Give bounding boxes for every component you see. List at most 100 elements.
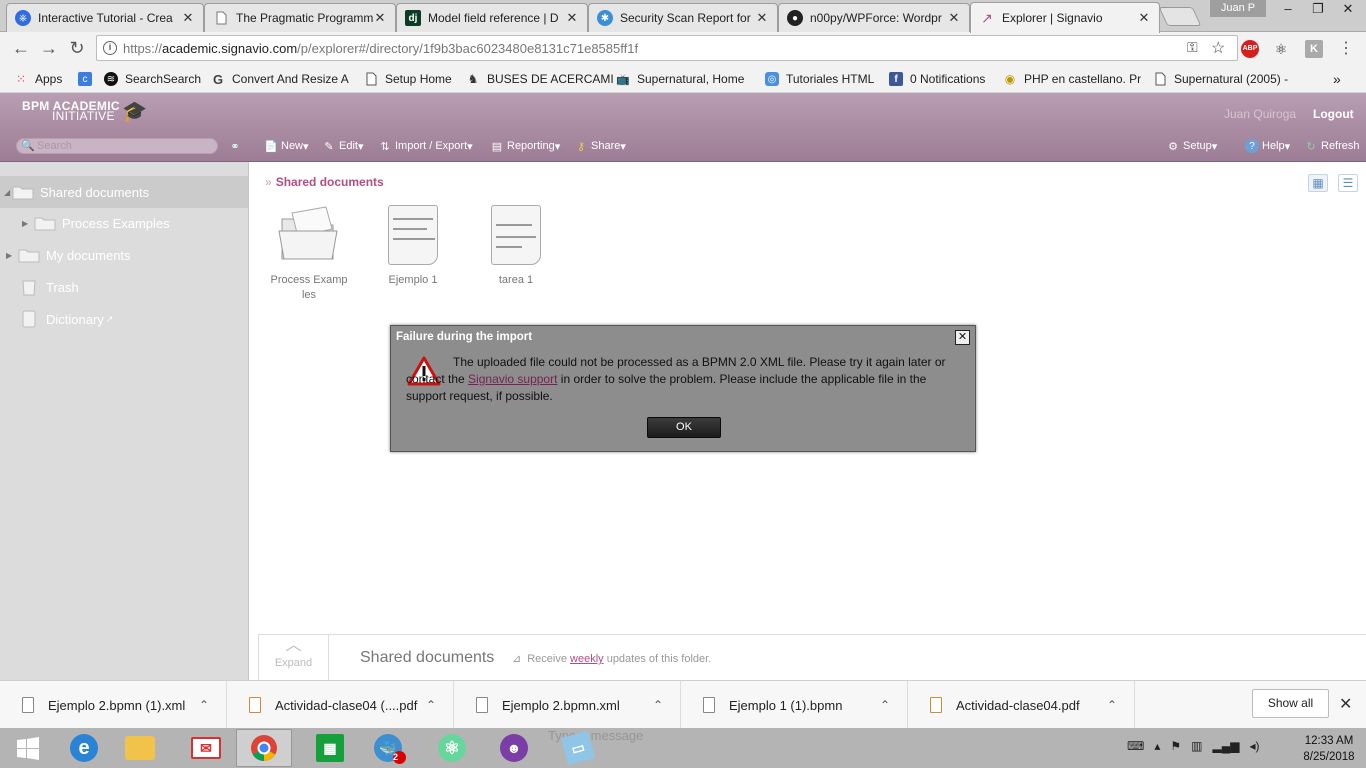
tab-close-icon[interactable]: ✕ xyxy=(565,10,579,26)
atom-icon[interactable]: ⚛ xyxy=(424,729,480,767)
menu-icon[interactable]: ⋮ xyxy=(1337,40,1355,58)
import-export-menu[interactable]: ⇅ Import / Export ▾ xyxy=(378,139,472,153)
internet-explorer-icon[interactable]: e xyxy=(56,729,112,767)
bookmark-item[interactable]: f0 Notifications xyxy=(889,70,985,88)
volume-icon[interactable]: ◂) xyxy=(1249,739,1259,753)
network-icon[interactable]: ▥ xyxy=(1191,739,1202,753)
react-icon[interactable]: ⚛ xyxy=(1272,40,1290,58)
dialog-close-button[interactable]: ✕ xyxy=(955,330,970,345)
browser-tab[interactable]: ⎈ Interactive Tutorial - Crea ✕ xyxy=(6,3,204,32)
restore-button[interactable]: ❐ xyxy=(1303,0,1333,17)
keyboard-icon[interactable]: ⌨ xyxy=(1127,739,1144,753)
help-menu[interactable]: ? Help ▾ xyxy=(1245,139,1290,153)
bookmark-item[interactable]: ◉ PHP en castellano. Pr xyxy=(1003,70,1141,88)
expand-arrow-icon[interactable]: ▶ xyxy=(22,219,34,228)
bookmark-item[interactable]: ◎ Tutoriales HTML xyxy=(765,70,874,88)
tree-item-my-documents[interactable]: ▶ My documents xyxy=(6,239,131,271)
download-item[interactable]: Ejemplo 1 (1).bpmn ⌃ xyxy=(681,681,908,729)
star-icon[interactable]: ☆ xyxy=(1211,38,1225,58)
setup-menu[interactable]: ⚙ Setup ▾ xyxy=(1166,139,1217,153)
new-menu[interactable]: 📄 New ▾ xyxy=(264,139,308,153)
diagram-item[interactable]: Ejemplo 1 xyxy=(372,203,454,288)
download-item[interactable]: Actividad-clase04.pdf ⌃ xyxy=(908,681,1135,729)
bookmark-item[interactable]: c xyxy=(78,70,99,88)
weekly-link[interactable]: weekly xyxy=(570,653,604,665)
reporting-menu[interactable]: ▤ Reporting ▾ xyxy=(490,139,560,153)
windows-start-icon[interactable] xyxy=(0,729,56,767)
tab-close-icon[interactable]: ✕ xyxy=(755,10,769,26)
browser-tab-active[interactable]: ↗ Explorer | Signavio ✕ xyxy=(970,2,1160,33)
breadcrumb-current[interactable]: Shared documents xyxy=(276,175,384,189)
docker-icon[interactable]: 🐳 2 xyxy=(360,729,416,767)
download-menu-chevron-icon[interactable]: ⌃ xyxy=(880,698,890,712)
expand-button[interactable]: ︿ Expand xyxy=(259,635,329,681)
clock[interactable]: 12:33 AM 8/25/2018 xyxy=(1298,733,1360,765)
expand-arrow-icon[interactable]: ▶ xyxy=(6,251,18,260)
reload-button[interactable]: ↻ xyxy=(65,36,89,60)
signal-icon[interactable]: ▂▄▆ xyxy=(1212,739,1239,753)
store-icon[interactable]: ▦ xyxy=(302,729,358,767)
bpm-academic-logo[interactable]: BPM ACADEMIC INITIATIVE xyxy=(22,100,120,122)
address-bar[interactable]: i https://academic.signavio.com/p/explor… xyxy=(96,35,1238,61)
back-button[interactable]: ← xyxy=(9,36,33,60)
refresh-button[interactable]: ↻ Refresh xyxy=(1304,139,1359,153)
url-text[interactable]: https://academic.signavio.com/p/explorer… xyxy=(123,41,638,56)
profile-chip[interactable]: Juan P xyxy=(1210,0,1266,17)
signavio-support-link[interactable]: Signavio support xyxy=(468,372,557,386)
adblock-icon[interactable]: ABP xyxy=(1241,40,1259,58)
tree-item-process-examples[interactable]: ▶ Process Examples xyxy=(22,207,170,239)
download-menu-chevron-icon[interactable]: ⌃ xyxy=(426,698,436,712)
chrome-icon[interactable] xyxy=(236,729,292,767)
advanced-search-button[interactable]: ⚭ xyxy=(228,139,245,153)
share-menu[interactable]: ⚷ Share ▾ xyxy=(574,139,626,153)
download-item[interactable]: Actividad-clase04 (....pdf ⌃ xyxy=(227,681,454,729)
tab-close-icon[interactable]: ✕ xyxy=(947,10,961,26)
tree-item-trash[interactable]: Trash xyxy=(18,271,79,303)
bookmark-item[interactable]: G Convert And Resize A xyxy=(211,70,349,88)
edit-menu[interactable]: ✎ Edit ▾ xyxy=(322,139,363,153)
bookmark-item[interactable]: Supernatural (2005) - xyxy=(1153,70,1288,88)
info-icon[interactable]: i xyxy=(103,41,117,55)
ok-button[interactable]: OK xyxy=(647,417,721,438)
bookmark-apps[interactable]: ⁙ Apps xyxy=(14,70,62,88)
flag-icon[interactable]: ⚑ xyxy=(1170,739,1181,753)
github-desktop-icon[interactable]: ☻ xyxy=(486,729,542,767)
logout-link[interactable]: Logout xyxy=(1313,107,1354,121)
download-item[interactable]: Ejemplo 2.bpmn (1).xml ⌃ xyxy=(0,681,227,729)
tab-close-icon[interactable]: ✕ xyxy=(373,10,387,26)
folder-item[interactable]: Process Examp les xyxy=(268,203,350,303)
tab-close-icon[interactable]: ✕ xyxy=(181,10,195,26)
bookmark-item[interactable]: ♞ BUSES DE ACERCAMI xyxy=(466,70,614,88)
list-view-button[interactable]: ☰ xyxy=(1338,174,1358,192)
browser-tab[interactable]: ✱ Security Scan Report for ✕ xyxy=(588,3,778,32)
user-name[interactable]: Juan Quiroga xyxy=(1224,107,1296,121)
bookmarks-more[interactable]: » xyxy=(1333,70,1341,88)
key-icon[interactable]: ⚿ xyxy=(1187,39,1198,56)
download-item[interactable]: Ejemplo 2.bpmn.xml ⌃ xyxy=(454,681,681,729)
minimize-button[interactable]: – xyxy=(1273,0,1303,17)
download-menu-chevron-icon[interactable]: ⌃ xyxy=(653,698,663,712)
new-tab-button[interactable] xyxy=(1158,7,1202,26)
tree-item-dictionary[interactable]: Dictionary ↗ xyxy=(18,303,113,335)
show-hidden-icons-icon[interactable]: ▴ xyxy=(1154,739,1160,753)
bookmark-item[interactable]: 📺 Supernatural, Home xyxy=(616,70,744,88)
window-close-button[interactable]: ✕ xyxy=(1333,0,1363,17)
forward-button[interactable]: → xyxy=(37,36,61,60)
tree-item-shared-documents[interactable]: ◢ Shared documents xyxy=(0,176,248,208)
mail-icon[interactable]: ✉ xyxy=(178,729,234,767)
file-explorer-icon[interactable] xyxy=(112,729,168,767)
icon-view-button[interactable]: ▦ xyxy=(1308,174,1328,192)
show-all-button[interactable]: Show all xyxy=(1252,689,1329,718)
notes-icon[interactable]: ▭ xyxy=(550,729,606,767)
search-input[interactable]: 🔍 Search xyxy=(16,138,218,154)
browser-tab[interactable]: The Pragmatic Programm ✕ xyxy=(204,3,396,32)
bookmark-item[interactable]: ≋ SearchSearch xyxy=(104,70,201,88)
tab-close-icon[interactable]: ✕ xyxy=(1137,10,1151,26)
collapse-arrow-icon[interactable]: ◢ xyxy=(0,188,12,197)
browser-tab[interactable]: ● n00py/WPForce: Wordpr ✕ xyxy=(778,3,970,32)
k-icon[interactable]: K xyxy=(1305,40,1323,58)
browser-tab[interactable]: dj Model field reference | D ✕ xyxy=(396,3,588,32)
diagram-item[interactable]: tarea 1 xyxy=(475,203,557,288)
close-shelf-icon[interactable]: ✕ xyxy=(1339,694,1352,714)
download-menu-chevron-icon[interactable]: ⌃ xyxy=(199,698,209,712)
